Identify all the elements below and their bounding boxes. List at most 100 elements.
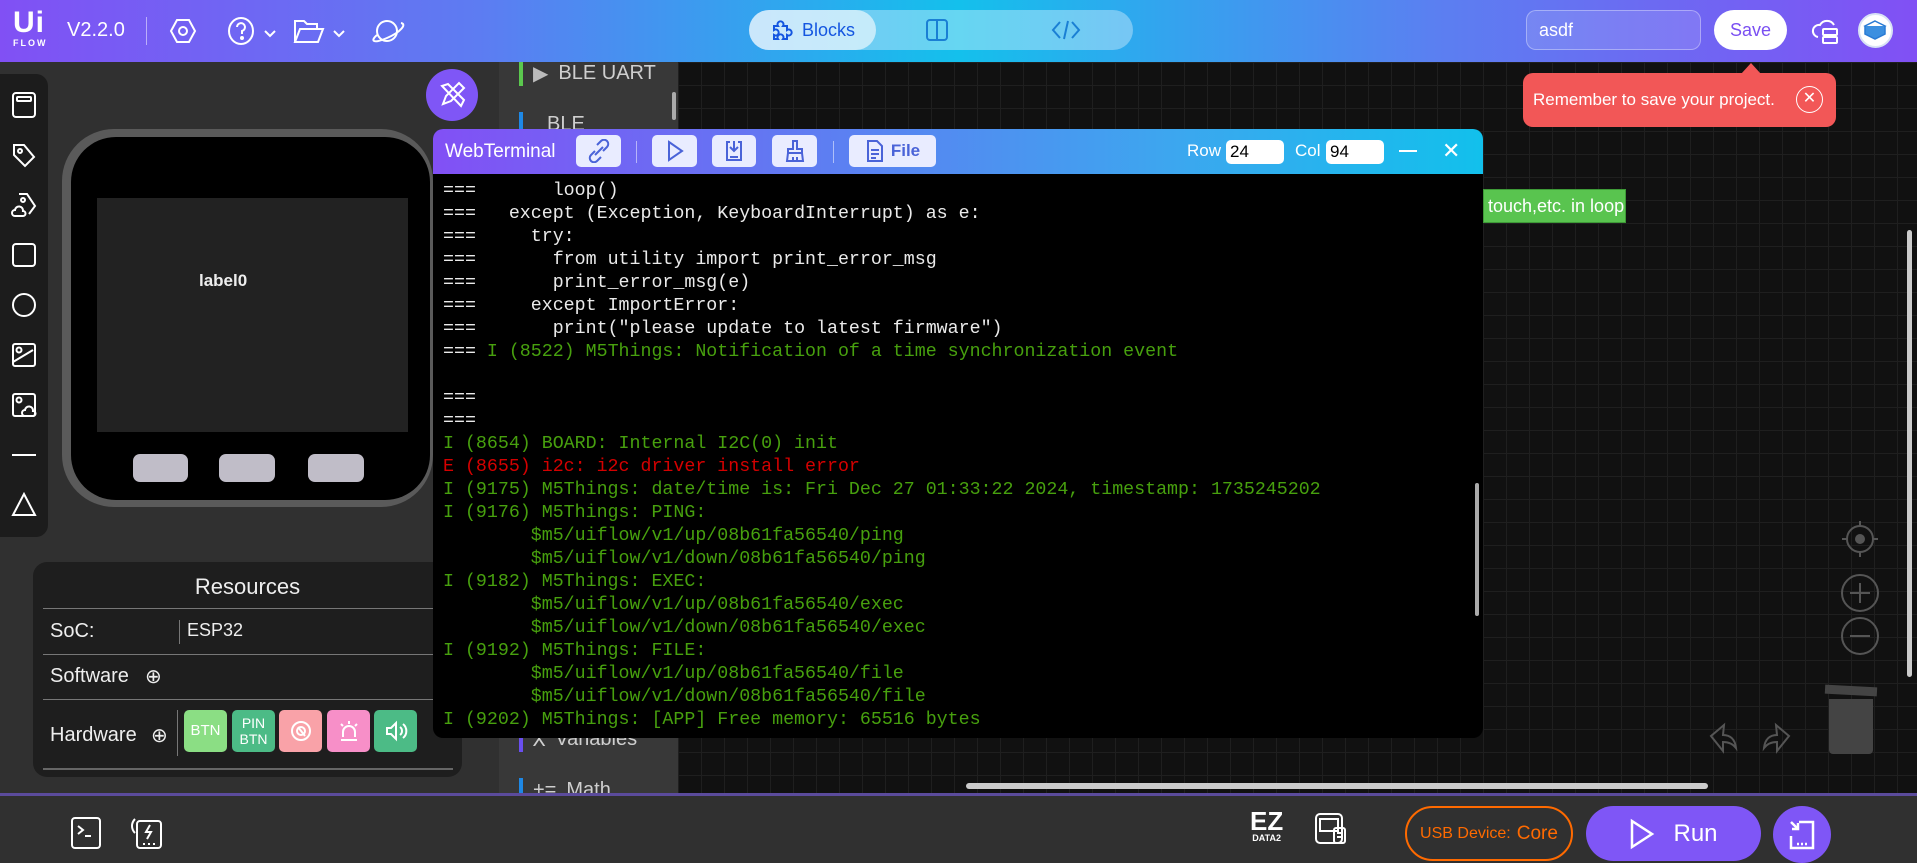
- terminal-line: === try:: [443, 227, 575, 247]
- terminal-line: === print_error_msg(e): [443, 273, 751, 293]
- user-avatar[interactable]: [1858, 13, 1893, 48]
- bottom-toolbar: EZ DATA2 USB Device: Core Run: [0, 793, 1917, 863]
- download-to-device-button[interactable]: [712, 135, 756, 167]
- help-icon[interactable]: [227, 16, 255, 51]
- save-button[interactable]: Save: [1714, 10, 1787, 50]
- play-icon: [667, 140, 684, 162]
- device-button-b[interactable]: [219, 454, 275, 482]
- terminal-line: $m5/uiflow/v1/up/08b61fa56540/ping: [443, 526, 904, 546]
- firmware-flash-icon[interactable]: [129, 816, 163, 855]
- terminal-line: $m5/uiflow/v1/down/08b61fa56540/ping: [443, 549, 926, 569]
- code-icon: [1051, 20, 1081, 40]
- resources-scrollbar[interactable]: [43, 768, 453, 770]
- terminal-toggle-icon[interactable]: [71, 817, 101, 854]
- triangle-icon[interactable]: [11, 491, 37, 518]
- connect-link-button[interactable]: [576, 135, 621, 167]
- device-button-c[interactable]: [308, 454, 364, 482]
- image-icon[interactable]: [11, 342, 37, 368]
- minimize-icon[interactable]: [1399, 150, 1417, 152]
- terminal-line: I (8654) BOARD: Internal I2C(0) init: [443, 434, 838, 454]
- hw-chip-speaker[interactable]: [374, 710, 417, 752]
- close-icon[interactable]: ✕: [1442, 138, 1460, 164]
- terminal-output[interactable]: === loop() === except (Exception, Keyboar…: [433, 174, 1483, 738]
- terminal-line: I (9182) M5Things: EXEC:: [443, 572, 707, 592]
- line-icon[interactable]: [11, 442, 37, 468]
- rectangle-icon[interactable]: [11, 242, 37, 268]
- clear-button[interactable]: [772, 135, 817, 167]
- undo-icon[interactable]: [1708, 722, 1742, 759]
- zoom-in-icon[interactable]: [1840, 573, 1880, 618]
- settings-hexagon-icon[interactable]: [169, 17, 197, 50]
- planet-icon[interactable]: [368, 16, 406, 51]
- rotary-icon: [290, 721, 311, 741]
- terminal-line: === except (Exception, KeyboardInterrupt…: [443, 204, 981, 224]
- software-label: Software: [50, 665, 129, 687]
- terminal-line: ===: [443, 411, 476, 431]
- folder-open-icon[interactable]: [293, 17, 325, 50]
- cloud-device-icon[interactable]: [1810, 17, 1840, 50]
- category-scrollbar[interactable]: [672, 92, 676, 120]
- top-header: Ui FLOW V2.2.0 Blocks Save: [0, 0, 1917, 62]
- workspace-horizontal-scrollbar[interactable]: [966, 783, 1708, 789]
- category-ble-uart[interactable]: ▶ BLE UART: [519, 61, 656, 86]
- device-screen[interactable]: label0: [97, 198, 408, 432]
- canvas-block-loop[interactable]: touch,etc. in loop: [1483, 189, 1626, 223]
- device-file-manager-icon[interactable]: [1314, 813, 1348, 850]
- save-reminder-toast: Remember to save your project. ✕: [1523, 73, 1836, 127]
- terminal-line: I (9192) M5Things: FILE:: [443, 641, 707, 661]
- row-input[interactable]: [1226, 140, 1284, 164]
- terminal-scrollbar[interactable]: [1475, 483, 1479, 616]
- hw-chip-alarm[interactable]: [327, 710, 370, 752]
- link-icon: [588, 139, 609, 163]
- ez-data-button[interactable]: EZ DATA2: [1250, 808, 1283, 843]
- circle-icon[interactable]: [11, 292, 37, 318]
- resources-panel: Resources SoC: ESP32 Software ⊕ Hardware…: [33, 562, 463, 777]
- hw-chip-pin-btn[interactable]: PIN BTN: [232, 710, 275, 752]
- file-icon: [866, 140, 883, 162]
- help-chevron-down-icon[interactable]: [264, 25, 276, 43]
- terminal-line: I (9202) M5Things: [APP] Free memory: 65…: [443, 710, 981, 730]
- terminal-line: $m5/uiflow/v1/up/08b61fa56540/file: [443, 664, 904, 684]
- file-button[interactable]: File: [849, 135, 936, 167]
- toast-close-icon[interactable]: ✕: [1796, 86, 1823, 113]
- tab-split-view[interactable]: [925, 18, 949, 47]
- usb-device-selector[interactable]: USB Device: Core: [1405, 806, 1573, 861]
- download-program-button[interactable]: [1773, 806, 1831, 863]
- terminal-line: $m5/uiflow/v1/up/08b61fa56540/exec: [443, 595, 904, 615]
- add-hardware-icon[interactable]: ⊕: [151, 723, 168, 748]
- brush-icon: [785, 140, 804, 162]
- design-tools-button[interactable]: [426, 69, 478, 121]
- cloud-label-icon[interactable]: [11, 192, 37, 218]
- soc-label: SoC:: [50, 620, 95, 642]
- hw-chip-rotary[interactable]: [279, 710, 322, 752]
- zoom-out-icon[interactable]: [1840, 616, 1880, 661]
- tab-blocks[interactable]: Blocks: [749, 10, 876, 50]
- hw-chip-btn[interactable]: BTN: [184, 710, 227, 752]
- add-software-icon[interactable]: ⊕: [145, 664, 162, 689]
- redo-icon[interactable]: [1758, 722, 1792, 759]
- screen-label0[interactable]: label0: [199, 271, 247, 291]
- terminal-line: === except ImportError:: [443, 296, 740, 316]
- cloud-image-icon[interactable]: [11, 392, 37, 418]
- run-program-button[interactable]: Run: [1586, 806, 1761, 861]
- label-tag-icon[interactable]: [11, 142, 37, 168]
- device-preview: label0: [62, 129, 433, 507]
- device-button-a[interactable]: [133, 454, 188, 482]
- tab-code[interactable]: [1051, 18, 1081, 47]
- project-name-input[interactable]: [1526, 10, 1701, 50]
- window-widget-icon[interactable]: [11, 92, 37, 118]
- trash-icon[interactable]: [1824, 684, 1878, 754]
- terminal-line: === from utility import print_error_msg: [443, 250, 937, 270]
- alarm-light-icon: [339, 721, 358, 741]
- terminal-line: === loop(): [443, 181, 619, 201]
- recenter-target-icon[interactable]: [1840, 519, 1880, 564]
- workspace-vertical-scrollbar[interactable]: [1907, 230, 1912, 677]
- folder-chevron-down-icon[interactable]: [333, 25, 345, 43]
- toast-message: Remember to save your project.: [1533, 90, 1775, 109]
- puzzle-icon: [772, 20, 793, 40]
- terminal-titlebar[interactable]: WebTerminal File Row Col ✕: [433, 129, 1483, 174]
- run-button[interactable]: [652, 135, 697, 167]
- col-input[interactable]: [1326, 140, 1384, 164]
- terminal-line: === print("please update to latest firmw…: [443, 319, 1003, 339]
